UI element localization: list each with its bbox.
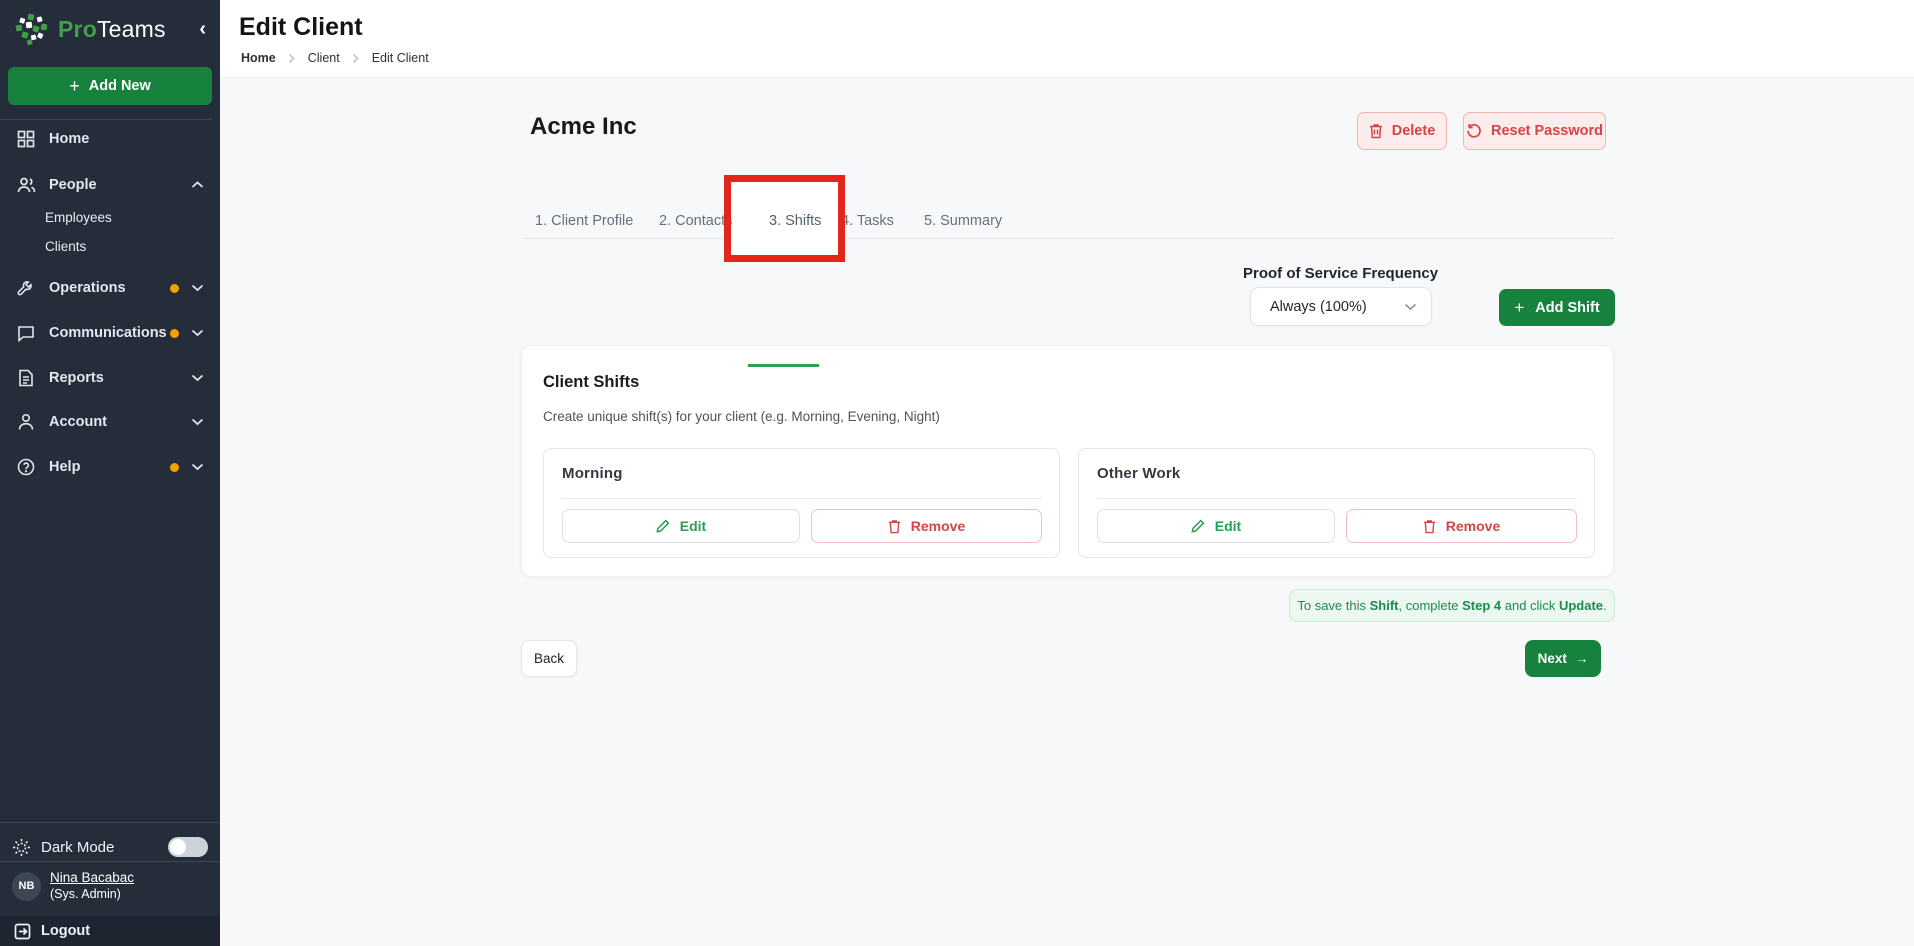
chevron-down-icon bbox=[1404, 303, 1417, 311]
logout-button[interactable]: Logout bbox=[0, 916, 220, 946]
client-name-heading: Acme Inc bbox=[530, 113, 637, 141]
reset-icon bbox=[1466, 123, 1482, 139]
chat-icon bbox=[16, 323, 36, 343]
reset-password-button[interactable]: Reset Password bbox=[1463, 112, 1606, 150]
sidebar-divider bbox=[0, 822, 220, 823]
trash-icon bbox=[1423, 519, 1436, 534]
add-shift-button[interactable]: + Add Shift bbox=[1499, 289, 1615, 326]
wrench-icon bbox=[16, 278, 36, 298]
dark-mode-row: Dark Mode bbox=[0, 832, 220, 862]
sidebar-item-operations[interactable]: Operations bbox=[0, 273, 220, 303]
sidebar: ProTeams ‹ + Add New Home People Employe… bbox=[0, 0, 220, 946]
chevron-down-icon bbox=[191, 418, 204, 426]
sidebar-collapse-icon[interactable]: ‹ bbox=[199, 19, 206, 39]
sidebar-divider bbox=[0, 119, 212, 120]
sidebar-item-people[interactable]: People bbox=[0, 170, 220, 200]
sidebar-item-account[interactable]: Account bbox=[0, 407, 220, 437]
client-shifts-title: Client Shifts bbox=[543, 373, 639, 392]
notification-dot bbox=[170, 284, 179, 293]
sidebar-divider bbox=[0, 861, 220, 862]
logout-icon bbox=[14, 923, 31, 940]
main-content: Acme Inc Delete Reset Password 1. Client… bbox=[220, 78, 1914, 946]
wizard-tabs: 1. Client Profile 2. Contacts 3. Shifts … bbox=[521, 206, 1614, 239]
people-icon bbox=[16, 175, 36, 195]
dark-mode-toggle[interactable] bbox=[168, 837, 208, 857]
page-header: Edit Client Home Client Edit Client bbox=[220, 0, 1914, 78]
pencil-icon bbox=[1191, 519, 1205, 533]
breadcrumb-client[interactable]: Client bbox=[308, 51, 340, 65]
sidebar-item-home[interactable]: Home bbox=[0, 124, 220, 154]
plus-icon: + bbox=[1514, 298, 1524, 318]
notification-dot bbox=[170, 329, 179, 338]
help-icon bbox=[16, 457, 36, 477]
save-shift-notice: To save this Shift, complete Step 4 and … bbox=[1289, 589, 1615, 622]
edit-shift-button[interactable]: Edit bbox=[562, 509, 800, 543]
person-icon bbox=[16, 412, 36, 432]
notification-dot bbox=[170, 463, 179, 472]
sidebar-item-clients[interactable]: Clients bbox=[0, 234, 220, 258]
trash-icon bbox=[1369, 123, 1383, 139]
tab-summary[interactable]: 5. Summary bbox=[924, 206, 1002, 239]
divider bbox=[562, 498, 1042, 499]
brand-logo[interactable]: ProTeams ‹ bbox=[0, 0, 220, 58]
remove-shift-button[interactable]: Remove bbox=[1346, 509, 1577, 543]
trash-icon bbox=[888, 519, 901, 534]
chevron-down-icon bbox=[191, 284, 204, 292]
tab-shifts[interactable]: 3. Shifts bbox=[769, 206, 821, 239]
toggle-knob bbox=[170, 839, 186, 855]
sidebar-item-communications[interactable]: Communications bbox=[0, 318, 220, 348]
client-shifts-card: Client Shifts Create unique shift(s) for… bbox=[521, 345, 1614, 577]
sidebar-item-employees[interactable]: Employees bbox=[0, 205, 220, 229]
breadcrumb-edit-client: Edit Client bbox=[372, 51, 429, 65]
remove-shift-button[interactable]: Remove bbox=[811, 509, 1042, 543]
next-button[interactable]: Next → bbox=[1525, 640, 1601, 677]
user-profile[interactable]: NB Nina Bacabac (Sys. Admin) bbox=[0, 870, 220, 903]
delete-button[interactable]: Delete bbox=[1357, 112, 1447, 150]
sidebar-item-help[interactable]: Help bbox=[0, 452, 220, 482]
breadcrumb: Home Client Edit Client bbox=[241, 51, 429, 65]
user-name[interactable]: Nina Bacabac bbox=[50, 870, 134, 887]
dashboard-icon bbox=[16, 129, 36, 149]
shift-card-morning: Morning Edit Remove bbox=[543, 448, 1060, 558]
chevron-right-icon bbox=[352, 53, 360, 64]
tab-client-profile[interactable]: 1. Client Profile bbox=[535, 206, 633, 239]
chevron-right-icon bbox=[288, 53, 296, 64]
edit-shift-button[interactable]: Edit bbox=[1097, 509, 1335, 543]
arrow-right-icon: → bbox=[1575, 651, 1589, 666]
back-button[interactable]: Back bbox=[521, 640, 577, 677]
tab-contacts[interactable]: 2. Contacts bbox=[659, 206, 732, 239]
dark-mode-label: Dark Mode bbox=[41, 839, 114, 856]
report-icon bbox=[16, 368, 36, 388]
sidebar-item-reports[interactable]: Reports bbox=[0, 363, 220, 393]
page-title: Edit Client bbox=[239, 13, 363, 42]
shift-card-other-work: Other Work Edit Remove bbox=[1078, 448, 1595, 558]
plus-icon: + bbox=[69, 76, 80, 97]
chevron-down-icon bbox=[191, 463, 204, 471]
shift-name: Morning bbox=[562, 465, 623, 482]
app-root: ProTeams ‹ + Add New Home People Employe… bbox=[0, 0, 1914, 946]
tab-tasks[interactable]: 4. Tasks bbox=[841, 206, 894, 239]
chevron-down-icon bbox=[191, 374, 204, 382]
proof-of-service-label: Proof of Service Frequency bbox=[1243, 265, 1543, 282]
avatar: NB bbox=[12, 872, 41, 901]
breadcrumb-home[interactable]: Home bbox=[241, 51, 276, 65]
chevron-up-icon bbox=[191, 181, 204, 189]
chevron-down-icon bbox=[191, 329, 204, 337]
brand-name: ProTeams bbox=[58, 16, 166, 43]
client-shifts-description: Create unique shift(s) for your client (… bbox=[543, 409, 940, 424]
add-new-button[interactable]: + Add New bbox=[8, 67, 212, 105]
divider bbox=[1097, 498, 1577, 499]
shift-name: Other Work bbox=[1097, 465, 1180, 482]
sun-icon bbox=[12, 838, 31, 857]
proof-of-service-select[interactable]: Always (100%) bbox=[1250, 287, 1432, 326]
pencil-icon bbox=[656, 519, 670, 533]
user-role: (Sys. Admin) bbox=[50, 887, 134, 903]
active-tab-underline bbox=[748, 364, 819, 367]
proteams-logo-icon bbox=[14, 11, 50, 47]
